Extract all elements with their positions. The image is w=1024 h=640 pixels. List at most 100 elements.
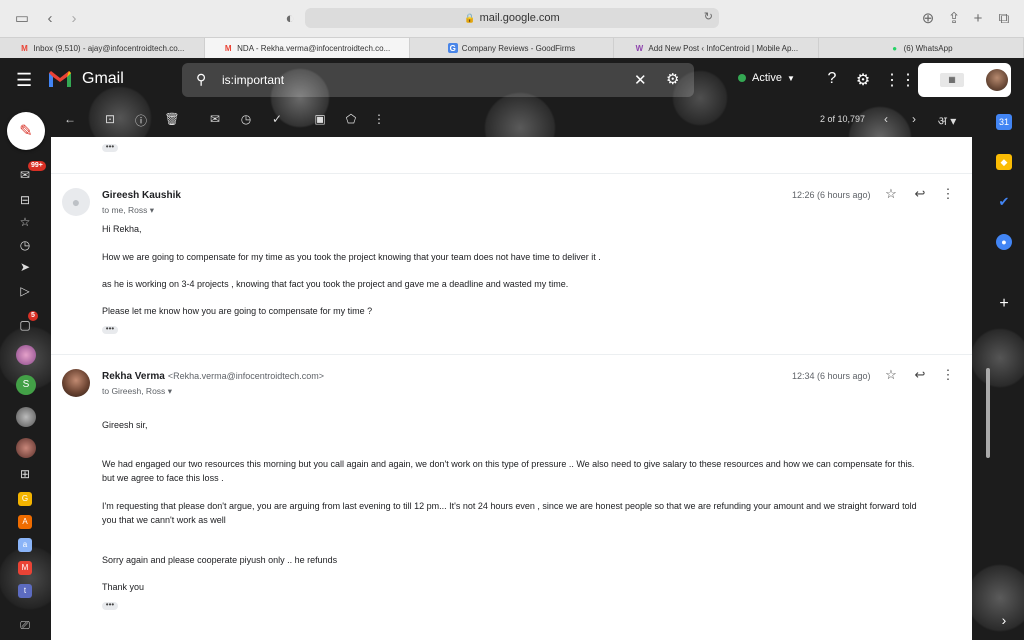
message-body-line: Sorry again and please cooperate piyush … xyxy=(102,555,338,565)
recipients[interactable]: to me, Ross ▾ xyxy=(102,205,154,216)
tab-overview-icon[interactable]: ⧉ xyxy=(994,9,1014,29)
message-time: 12:26 (6 hours ago) xyxy=(792,190,871,200)
snooze-icon[interactable]: ◷ xyxy=(238,112,254,126)
sender-name[interactable]: Rekha Verma <Rekha.verma@infocentroidtech… xyxy=(102,371,324,382)
more-icon[interactable]: ⋮ xyxy=(940,186,956,202)
reply-icon[interactable]: ↩ xyxy=(912,367,928,383)
search-options-icon[interactable]: ⚙ xyxy=(666,70,679,88)
account-avatar[interactable] xyxy=(986,69,1008,91)
back-icon[interactable]: ‹ xyxy=(40,9,60,29)
show-trimmed-content-button[interactable]: ••• xyxy=(102,143,118,152)
input-tools-button[interactable]: अ ▾ xyxy=(934,112,960,129)
show-trimmed-content-button[interactable]: ••• xyxy=(102,325,118,334)
newer-icon[interactable]: ‹ xyxy=(878,112,894,126)
message-body-line: Hi Rekha, xyxy=(102,224,142,234)
calendar-icon[interactable]: 31 xyxy=(996,114,1012,130)
star-icon[interactable]: ☆ xyxy=(883,186,899,202)
reload-icon[interactable]: ↻ xyxy=(704,10,713,23)
back-to-list-icon[interactable]: ← xyxy=(62,112,78,126)
gmail-favicon-icon: M xyxy=(21,43,28,53)
settings-gear-icon[interactable]: ⚙ xyxy=(853,70,873,90)
message-body-line: Gireesh sir, xyxy=(102,420,148,430)
search-bar[interactable]: ⚲ is:important ✕ ⚙ xyxy=(182,63,694,97)
sender-email: <Rekha.verma@infocentroidtech.com> xyxy=(167,371,325,381)
tab-inbox[interactable]: M Inbox (9,510) - ajay@infocentroidtech.… xyxy=(0,38,205,58)
address-bar[interactable]: 🔒 mail.google.com ↻ xyxy=(305,8,719,28)
recipients[interactable]: to Gireesh, Ross ▾ xyxy=(102,386,172,397)
rail-app-a2[interactable]: a xyxy=(18,538,32,552)
label-icon[interactable]: ⬠ xyxy=(343,112,359,126)
main-menu-icon[interactable]: ☰ xyxy=(16,70,32,91)
spaces-icon[interactable]: ⊞ xyxy=(16,467,34,481)
report-spam-icon[interactable]: ⓘ xyxy=(133,112,149,129)
rail-app-t[interactable]: t xyxy=(18,584,32,598)
search-input[interactable]: is:important xyxy=(222,73,284,87)
sender-avatar[interactable] xyxy=(62,369,90,397)
reply-icon[interactable]: ↩ xyxy=(912,186,928,202)
sidebar-toggle-icon[interactable]: ▭ xyxy=(12,9,32,29)
snoozed-icon[interactable]: ◷ xyxy=(16,238,34,252)
chat-contact-avatar-s[interactable]: S xyxy=(16,375,36,395)
move-to-icon[interactable]: ▣ xyxy=(312,112,328,126)
tab-nda[interactable]: M NDA - Rekha.verma@infocentroidtech.co.… xyxy=(204,38,410,58)
sent-icon[interactable]: ▷ xyxy=(16,284,34,298)
rail-app-m[interactable]: M xyxy=(18,561,32,575)
account-area[interactable]: ▦ xyxy=(918,63,1011,97)
share-icon[interactable]: ⇪ xyxy=(944,9,964,29)
sender-avatar[interactable]: ● xyxy=(62,188,90,216)
chat-contact-avatar[interactable] xyxy=(16,438,36,458)
message-body-line: you that we cann't work as well xyxy=(102,515,226,525)
message-body-line: We had engaged our two resources this mo… xyxy=(102,459,915,469)
show-trimmed-content-button[interactable]: ••• xyxy=(102,601,118,610)
recipients-text: to me, Ross xyxy=(102,205,148,215)
tasks-icon[interactable]: ✔ xyxy=(996,194,1012,210)
mark-unread-icon[interactable]: ✉ xyxy=(207,112,223,126)
tab-bar: M Inbox (9,510) - ajay@infocentroidtech.… xyxy=(0,37,1024,58)
apps-grid-icon[interactable]: ⋮⋮ xyxy=(884,70,916,90)
more-options-icon[interactable]: ⋮ xyxy=(371,112,387,126)
starred-icon[interactable]: ☆ xyxy=(16,215,34,229)
tab-label: (6) WhatsApp xyxy=(903,43,953,53)
important-icon[interactable]: ➤ xyxy=(16,260,34,274)
infocentroid-favicon-icon: W xyxy=(635,43,644,53)
conversation-pane: ••• ● Gireesh Kaushik to me, Ross ▾ 12:2… xyxy=(51,137,972,640)
gmail-m-icon xyxy=(49,71,71,87)
gmail-logo[interactable]: Gmail xyxy=(48,70,124,88)
archive-icon[interactable]: ⊡ xyxy=(102,112,118,126)
get-addons-icon[interactable]: + xyxy=(996,296,1012,312)
tab-whatsapp[interactable]: ● (6) WhatsApp xyxy=(819,38,1024,58)
new-tab-icon[interactable]: + xyxy=(968,9,988,29)
rail-app-a[interactable]: A xyxy=(18,515,32,529)
compose-button[interactable]: ✎ xyxy=(7,112,45,150)
message-body-line: How we are going to compensate for my ti… xyxy=(102,252,601,262)
expand-panel-icon[interactable]: › xyxy=(996,612,1012,628)
gmail-logo-text: Gmail xyxy=(82,70,124,87)
active-status-dot xyxy=(738,74,746,82)
add-task-icon[interactable]: ✓ xyxy=(269,112,285,126)
chat-contact-avatar[interactable] xyxy=(16,407,36,427)
contacts-icon[interactable]: ● xyxy=(996,234,1012,250)
meet-video-icon[interactable]: ⎚ xyxy=(16,618,34,633)
download-icon[interactable]: ⊕ xyxy=(918,9,938,29)
more-icon[interactable]: ⋮ xyxy=(940,367,956,383)
rail-app-g[interactable]: G xyxy=(18,492,32,506)
forward-icon[interactable]: › xyxy=(64,9,84,29)
older-icon[interactable]: › xyxy=(906,112,922,126)
clear-search-icon[interactable]: ✕ xyxy=(634,71,647,89)
inbox-icon[interactable]: ⊟ xyxy=(16,193,34,207)
shield-icon[interactable]: ◐ xyxy=(280,9,300,29)
help-icon[interactable]: ? xyxy=(822,70,842,88)
delete-icon[interactable]: 🗑 xyxy=(164,112,180,126)
star-icon[interactable]: ☆ xyxy=(883,367,899,383)
message-body-line: Please let me know how you are going to … xyxy=(102,306,373,316)
tab-goodfirms[interactable]: G Company Reviews - GoodFirms xyxy=(410,38,615,58)
goodfirms-favicon-icon: G xyxy=(447,43,458,53)
search-icon[interactable]: ⚲ xyxy=(196,71,206,88)
tab-add-new-post[interactable]: W Add New Post ‹ InfoCentroid | Mobile A… xyxy=(614,38,820,58)
sender-name[interactable]: Gireesh Kaushik xyxy=(102,190,181,201)
scrollbar[interactable] xyxy=(986,368,990,458)
keep-icon[interactable]: ◆ xyxy=(996,154,1012,170)
chat-contact-avatar[interactable] xyxy=(16,345,36,365)
browser-toolbar: ▭ ‹ › ◐ 🔒 mail.google.com ↻ ⊕ ⇪ + ⧉ xyxy=(0,0,1024,37)
status-selector[interactable]: Active ▼ xyxy=(738,72,795,84)
